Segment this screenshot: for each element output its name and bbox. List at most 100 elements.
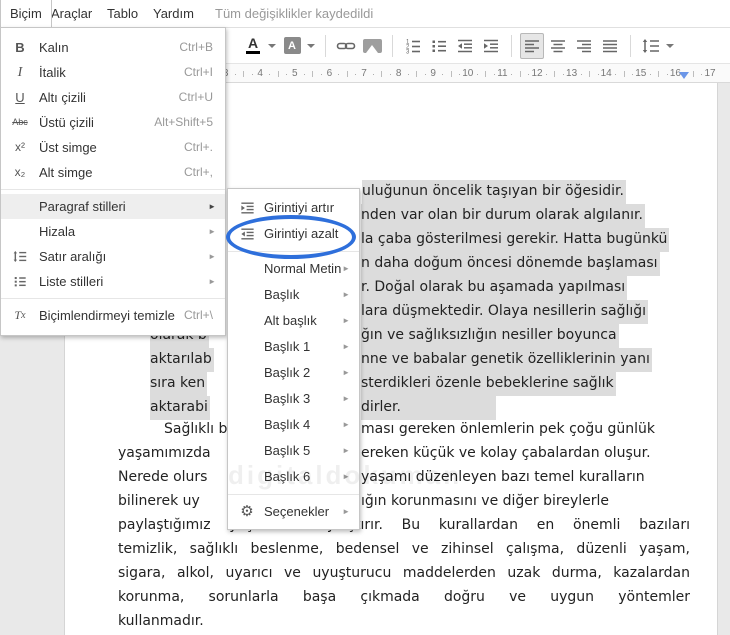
menu-item-clear-formatting[interactable]: Tx Biçimlendirmeyi temizle Ctrl+\ (1, 303, 225, 328)
menu-item-label: Normal Metin (264, 261, 342, 276)
ruler-tick (519, 71, 521, 77)
menu-item-label: Satır aralığı (39, 249, 107, 264)
ruler-tick (381, 71, 383, 77)
menu-item-align[interactable]: Hizala ► (1, 219, 225, 244)
menu-tablo[interactable]: Tablo (98, 0, 147, 27)
document-text-fragment: la çaba gösterilmesi gerekir. Hatta bugü… (361, 228, 670, 252)
submenu-arrow-icon: ► (342, 420, 350, 429)
ruler-number: 10 (462, 68, 474, 79)
menu-item-subtitle[interactable]: Alt başlık ► (228, 308, 359, 334)
text-color-icon: A (247, 35, 259, 51)
document-text-fragment: ığın korunmasını ve diğer bireylerle (361, 493, 609, 509)
document-text-line: kullanmadır. (118, 613, 204, 629)
menu-item-heading-1[interactable]: Başlık 1 ► (228, 334, 359, 360)
menu-bicim[interactable]: Biçim (0, 0, 52, 28)
justify-icon (603, 39, 617, 52)
document-text-fragment: dirler. (361, 396, 496, 420)
menu-yardim[interactable]: Yardım (144, 0, 203, 27)
ruler-number: 4 (257, 68, 263, 79)
menu-item-heading-2[interactable]: Başlık 2 ► (228, 360, 359, 386)
ruler-tick (511, 74, 513, 75)
bulleted-list-button[interactable] (427, 33, 451, 59)
menu-separator (228, 494, 359, 495)
document-text-fragment: Sağlıklı bi (164, 421, 232, 437)
menu-item-label: Başlık 1 (264, 339, 311, 354)
ruler-tick (623, 71, 625, 77)
submenu-arrow-icon: ► (342, 507, 350, 516)
strikethrough-icon: Abc (12, 117, 28, 127)
save-status-text: Tüm değişiklikler kaydedildi (215, 6, 374, 21)
menu-item-shortcut: Ctrl+U (178, 90, 213, 104)
ruler-tick (338, 74, 340, 75)
ruler-indent-marker[interactable] (679, 72, 689, 79)
ruler-tick (666, 74, 668, 75)
ruler-tick (528, 74, 530, 75)
submenu-arrow-icon: ► (208, 252, 216, 261)
ruler-tick (407, 74, 409, 75)
increase-indent-button[interactable] (479, 33, 503, 59)
submenu-arrow-icon: ► (342, 342, 350, 351)
align-right-icon (577, 39, 591, 52)
document-text-line: korunma, sorunlarla başa çıkmada doğru v… (118, 589, 690, 605)
document-text-line: temizlik, sağlıklı beslenme, bedensel ve… (118, 541, 690, 557)
menu-item-list-styles[interactable]: Liste stilleri ► (1, 269, 225, 294)
menu-item-line-spacing[interactable]: Satır aralığı ► (1, 244, 225, 269)
menu-item-paragraph-styles[interactable]: Paragraf stilleri ► (1, 194, 225, 219)
menu-item-underline[interactable]: U Altı çizili Ctrl+U (1, 85, 225, 110)
insert-image-button[interactable] (360, 33, 384, 59)
menu-item-subscript[interactable]: x₂ Alt simge Ctrl+, (1, 160, 225, 185)
line-spacing-icon (642, 38, 659, 53)
menu-item-bold[interactable]: B Kalın Ctrl+B (1, 35, 225, 60)
menu-item-label: Liste stilleri (39, 274, 104, 289)
ruler-tick (580, 74, 582, 75)
submenu-arrow-icon: ► (208, 227, 216, 236)
menu-item-options[interactable]: ⚙ Seçenekler ► (228, 499, 359, 525)
align-center-icon (551, 39, 565, 52)
highlight-color-button[interactable]: A (280, 33, 304, 59)
insert-link-button[interactable] (334, 33, 358, 59)
toolbar-separator (511, 34, 512, 57)
menu-item-shortcut: Ctrl+B (179, 40, 213, 54)
ruler-number: 14 (600, 68, 612, 79)
ruler-tick (277, 71, 279, 77)
line-spacing-button[interactable] (639, 33, 663, 59)
ruler-tick (632, 74, 634, 75)
document-text-line: sigara, alkol, uyarıcı ve uyuşturucu mad… (118, 565, 690, 581)
ruler-tick (415, 71, 417, 77)
menu-item-label: Üstü çizili (39, 115, 94, 130)
indent-decrease-icon (458, 39, 472, 52)
line-spacing-dropdown-icon[interactable] (666, 43, 674, 48)
document-text-line: paylaştığımız yaşamı kolaylaştırır. Bu k… (118, 517, 690, 533)
menu-item-label: Başlık (264, 287, 300, 302)
ruler-number: 7 (361, 68, 367, 79)
numbered-list-icon: 1 2 3 (406, 39, 420, 54)
align-center-button[interactable] (546, 33, 570, 59)
menu-item-normal-text[interactable]: Normal Metin ► (228, 256, 359, 282)
submenu-arrow-icon: ► (342, 316, 350, 325)
menu-item-italic[interactable]: I İtalik Ctrl+I (1, 60, 225, 85)
menu-item-heading-4[interactable]: Başlık 4 ► (228, 412, 359, 438)
ruler-tick (355, 74, 357, 75)
menu-item-superscript[interactable]: x² Üst simge Ctrl+. (1, 135, 225, 160)
link-icon (336, 42, 356, 49)
menu-item-title[interactable]: Başlık ► (228, 282, 359, 308)
text-color-button[interactable]: A (241, 33, 265, 59)
document-text-fragment: ması gereken önlemlerin pek çoğu günlük (361, 421, 656, 437)
decrease-indent-button[interactable] (453, 33, 477, 59)
menu-item-strikethrough[interactable]: Abc Üstü çizili Alt+Shift+5 (1, 110, 225, 135)
document-text-fragment: nne ve babalar genetik özelliklerinin ya… (361, 348, 652, 372)
align-left-icon (525, 39, 539, 52)
ruler-number: 12 (531, 68, 543, 79)
highlight-dropdown-icon[interactable] (307, 43, 315, 48)
ruler-tick (234, 74, 236, 75)
justify-button[interactable] (598, 33, 622, 59)
align-right-button[interactable] (572, 33, 596, 59)
ruler-tick (424, 74, 426, 75)
ruler-number: 11 (497, 68, 508, 79)
ruler-tick (588, 71, 590, 77)
numbered-list-button[interactable]: 1 2 3 (401, 33, 425, 59)
text-color-dropdown-icon[interactable] (268, 43, 276, 48)
ruler-tick (554, 71, 556, 77)
align-left-button[interactable] (520, 32, 544, 59)
menu-item-heading-3[interactable]: Başlık 3 ► (228, 386, 359, 412)
